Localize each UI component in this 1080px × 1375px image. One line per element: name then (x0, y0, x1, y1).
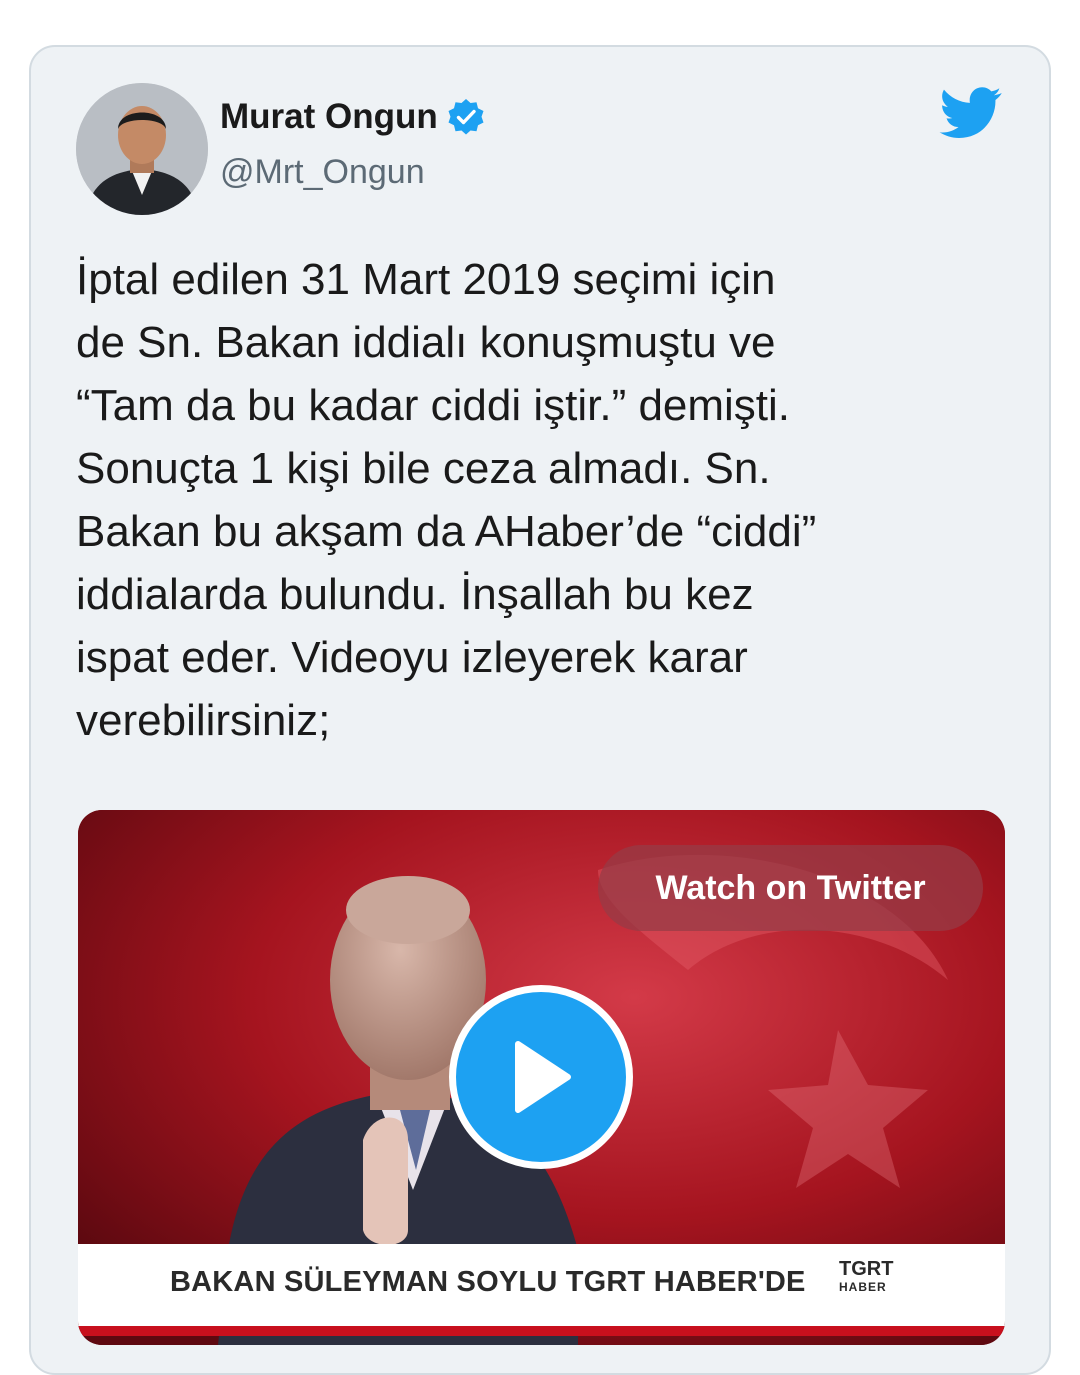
author-name-text[interactable]: Murat Ongun (220, 97, 438, 137)
channel-logo-top: TGRT (839, 1258, 894, 1280)
channel-logo: TGRT HABER (839, 1258, 893, 1294)
tweet-card[interactable]: Murat Ongun @Mrt_Ongun İptal edilen 31 M… (29, 45, 1051, 1375)
video-player[interactable]: Watch on Twitter BAKAN SÜLEYMAN SOYLU TG… (78, 810, 1005, 1345)
ticker-stripe (78, 1326, 1005, 1336)
lower-third-banner: BAKAN SÜLEYMAN SOYLU TGRT HABER'DE TGRT … (78, 1244, 1005, 1336)
avatar-photo (76, 83, 208, 215)
ticker-text: BAKAN SÜLEYMAN SOYLU TGRT HABER'DE (170, 1266, 806, 1298)
verified-badge-icon (448, 99, 484, 135)
author-handle[interactable]: @Mrt_Ongun (220, 153, 425, 192)
play-icon (515, 1041, 571, 1113)
tweet-text: İptal edilen 31 Mart 2019 seçimi için de… (76, 255, 817, 745)
avatar[interactable] (76, 83, 208, 215)
watch-on-twitter-button[interactable]: Watch on Twitter (598, 845, 983, 931)
channel-logo-bottom: HABER (839, 1280, 887, 1294)
twitter-bird-icon[interactable] (939, 87, 1003, 139)
author-display-name[interactable]: Murat Ongun (220, 97, 486, 137)
play-button[interactable] (449, 985, 633, 1169)
